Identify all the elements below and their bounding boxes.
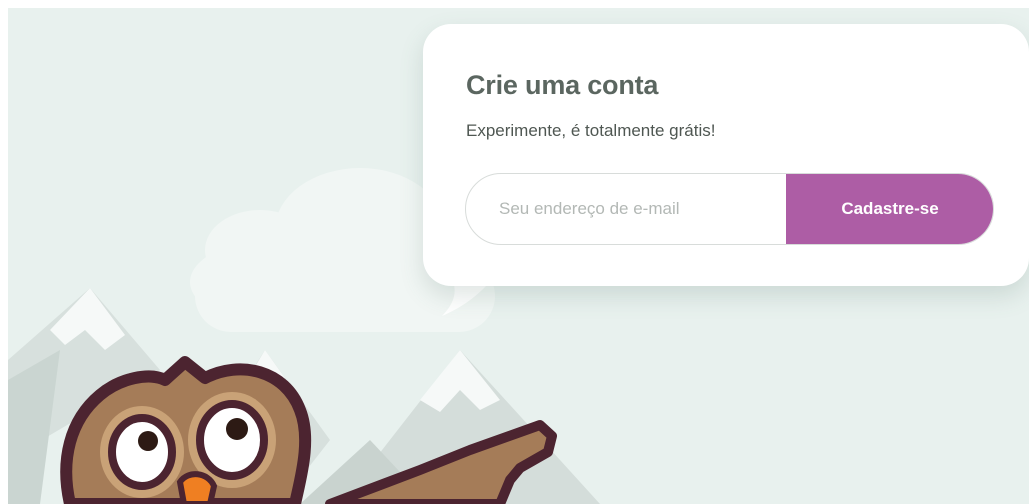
signup-title: Crie uma conta bbox=[466, 70, 659, 100]
email-input[interactable] bbox=[466, 174, 786, 244]
signup-card bbox=[423, 24, 1029, 286]
owl-beak bbox=[176, 471, 218, 504]
signup-button[interactable]: Cadastre-se bbox=[786, 174, 993, 244]
owl-wing bbox=[325, 420, 557, 504]
signup-form: Cadastre-se bbox=[465, 173, 994, 245]
signup-subtitle: Experimente, é totalmente grátis! bbox=[466, 121, 716, 140]
owl-left-eye bbox=[100, 406, 184, 498]
